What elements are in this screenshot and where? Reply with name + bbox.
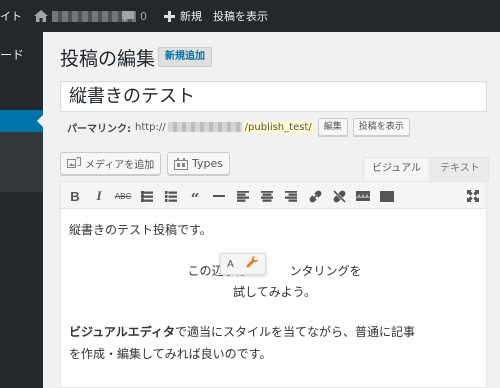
permalink-slug[interactable]: /publish_test/ xyxy=(243,121,313,133)
paragraph-2-line-1: この辺りは ンタリングを xyxy=(61,261,488,282)
home-icon[interactable] xyxy=(34,0,48,32)
plus-icon xyxy=(164,10,175,22)
paragraph-2-end: ンタリングを xyxy=(289,264,362,278)
permalink-label: パーマリンク: xyxy=(67,123,131,135)
page-title: 投稿の編集 xyxy=(60,48,156,70)
types-label: Types xyxy=(192,157,223,170)
blockquote-icon[interactable]: “ xyxy=(185,186,205,206)
tab-text[interactable]: テキスト xyxy=(431,157,489,181)
bullet-list-icon[interactable] xyxy=(137,186,157,206)
paragraph-3-line-1: ビジュアルエディタで適当にスタイルを当てながら、普通に記事 xyxy=(69,321,415,343)
horizontal-line-icon[interactable] xyxy=(209,186,229,206)
add-media-label: メディアを追加 xyxy=(85,160,155,171)
strikethrough-icon[interactable]: ABC xyxy=(113,186,133,206)
site-name-label: イト xyxy=(0,10,22,23)
add-media-button[interactable]: メディアを追加 xyxy=(60,152,162,175)
paragraph-3-rest: で適当にスタイルを当てながら、普通に記事 xyxy=(174,325,415,339)
align-left-icon[interactable] xyxy=(233,186,253,206)
admin-sidebar: ード xyxy=(0,32,43,388)
admin-bar: イト 0 新規 投稿を表示 xyxy=(0,0,500,32)
editor-toolbar: B I ABC “ xyxy=(60,181,487,209)
wrench-icon[interactable] xyxy=(246,255,259,272)
paragraph-3: ビジュアルエディタで適当にスタイルを当てながら、普通に記事 を作成・編集してみれ… xyxy=(69,321,415,365)
permalink-prefix: http:// xyxy=(135,121,166,133)
permalink-row: パーマリンク: http:// /publish_test/ 編集 投稿を表示 xyxy=(67,118,410,136)
view-post-button[interactable]: 投稿を表示 xyxy=(352,118,410,136)
align-center-icon[interactable] xyxy=(257,186,277,206)
permalink-edit-button[interactable]: 編集 xyxy=(317,118,348,136)
types-icon xyxy=(174,157,188,170)
media-icon xyxy=(67,157,81,168)
text-style-button[interactable]: A xyxy=(227,259,234,270)
fullscreen-icon[interactable] xyxy=(463,186,483,206)
blurred-domain xyxy=(167,122,242,132)
view-post-label: 投稿を表示 xyxy=(213,10,268,23)
align-right-icon[interactable] xyxy=(281,186,301,206)
new-label: 新規 xyxy=(180,10,202,23)
read-more-icon[interactable] xyxy=(353,186,373,206)
sidebar-submenu xyxy=(0,132,43,192)
unlink-icon[interactable] xyxy=(329,186,349,206)
add-new-button[interactable]: 新規追加 xyxy=(158,47,212,67)
inline-toolbar: A xyxy=(220,253,266,275)
view-post-link[interactable]: 投稿を表示 xyxy=(213,0,268,32)
tab-visual[interactable]: ビジュアル xyxy=(363,157,430,181)
site-name-link[interactable]: イト xyxy=(0,0,22,32)
link-icon[interactable] xyxy=(305,186,325,206)
bold-icon[interactable]: B xyxy=(65,186,85,206)
paragraph-3-bold: ビジュアルエディタ xyxy=(69,325,175,339)
new-content-link[interactable]: 新規 xyxy=(164,0,202,32)
numbered-list-icon[interactable] xyxy=(161,186,181,206)
post-title-input[interactable]: 縦書きのテスト xyxy=(60,81,487,112)
editor-content[interactable]: 縦書きのテスト投稿です。 この辺りは ンタリングを 試してみよう。 ビジュアルエデ… xyxy=(60,209,487,388)
paragraph-2: この辺りは ンタリングを 試してみよう。 xyxy=(61,261,488,303)
paragraph-2-line-2: 試してみよう。 xyxy=(233,285,316,299)
types-button[interactable]: Types xyxy=(167,152,230,175)
sidebar-item-posts-current[interactable] xyxy=(0,110,43,132)
italic-icon[interactable]: I xyxy=(89,186,109,206)
sidebar-item-dashboard[interactable]: ード xyxy=(0,46,24,63)
comment-icon xyxy=(122,10,134,22)
paragraph-3-line-2: を作成・編集してみれば良いのです。 xyxy=(69,347,272,361)
comments-link[interactable]: 0 xyxy=(122,0,147,32)
toolbar-toggle-icon[interactable] xyxy=(377,186,397,206)
comment-count: 0 xyxy=(140,9,147,23)
paragraph-1: 縦書きのテスト投稿です。 xyxy=(69,223,212,237)
